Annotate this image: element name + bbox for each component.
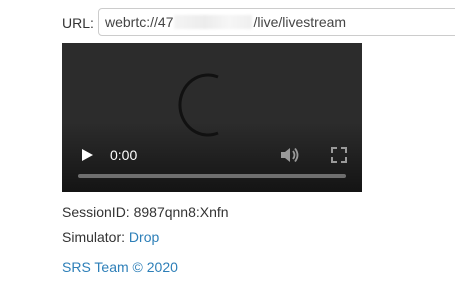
current-time: 0:00 — [110, 147, 138, 163]
loading-spinner-icon — [178, 73, 219, 137]
redacted-ip-block — [174, 15, 253, 29]
url-input[interactable]: webrtc://47/live/livestream — [98, 8, 455, 36]
volume-icon[interactable] — [279, 145, 301, 165]
session-label: SessionID: — [62, 204, 130, 220]
url-row: URL: — [62, 8, 99, 38]
session-id: 8987qnn8:Xnfn — [133, 204, 229, 220]
url-label: URL: — [62, 15, 94, 31]
video-controls: 0:00 — [62, 132, 362, 192]
video-player[interactable]: 0:00 — [62, 43, 362, 192]
footer: SRS Team © 2020 — [62, 259, 178, 275]
url-value-prefix: webrtc://47 — [105, 14, 174, 30]
play-icon[interactable] — [78, 146, 96, 164]
fullscreen-icon[interactable] — [330, 146, 348, 164]
drop-link[interactable]: Drop — [129, 229, 159, 245]
simulator-label: Simulator: — [62, 229, 126, 245]
progress-bar[interactable] — [78, 174, 346, 178]
session-info: SessionID: 8987qnn8:Xnfn — [62, 204, 229, 220]
url-value-suffix: /live/livestream — [253, 14, 347, 30]
simulator-row: Simulator: Drop — [62, 229, 159, 245]
page: URL: webrtc://47/live/livestream 0:00 Se… — [0, 0, 455, 298]
srs-team-link[interactable]: SRS Team © 2020 — [62, 259, 178, 275]
